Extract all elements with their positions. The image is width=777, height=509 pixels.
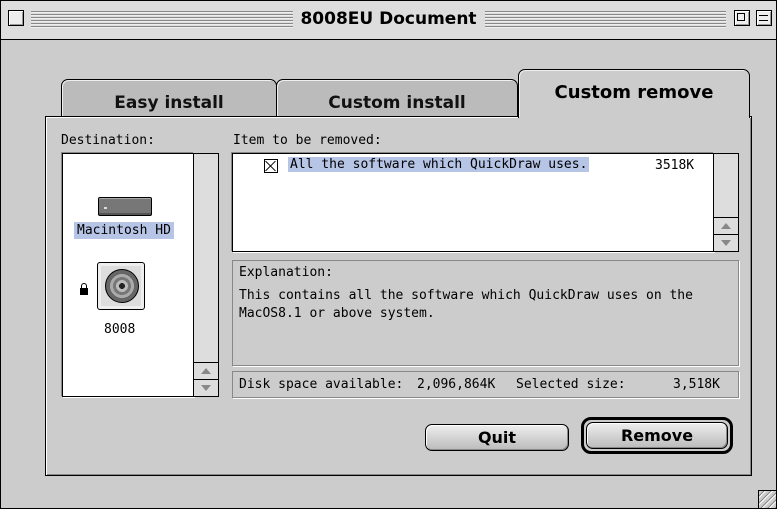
volume-macintosh-hd[interactable]: Macintosh HD bbox=[74, 222, 174, 239]
collapse-box[interactable] bbox=[756, 10, 772, 26]
cd-disc-graphic bbox=[105, 269, 139, 303]
disk-available-value: 2,096,864K bbox=[417, 377, 496, 392]
items-label: Item to be removed: bbox=[233, 133, 382, 148]
items-scrollbar[interactable] bbox=[713, 153, 739, 252]
remove-button[interactable]: Remove bbox=[586, 422, 728, 449]
item-size: 3518K bbox=[655, 158, 695, 173]
tab-custom-remove[interactable]: Custom remove bbox=[518, 69, 750, 120]
explanation-box: Explanation: This contains all the softw… bbox=[232, 260, 739, 366]
volume-8008[interactable]: 8008 bbox=[104, 322, 135, 337]
title-bar-stripes-right bbox=[471, 11, 726, 29]
title-bar-stripes-left bbox=[31, 11, 321, 29]
lock-icon bbox=[80, 283, 88, 295]
quit-button[interactable]: Quit bbox=[425, 424, 569, 451]
item-checkbox[interactable] bbox=[264, 159, 278, 173]
disk-available-label: Disk space available: bbox=[239, 377, 404, 392]
explanation-label: Explanation: bbox=[239, 265, 333, 280]
scroll-down-arrow-icon[interactable] bbox=[714, 234, 738, 251]
destination-label: Destination: bbox=[61, 133, 155, 148]
destination-scrollbar[interactable] bbox=[193, 153, 219, 397]
scroll-down-arrow-icon[interactable] bbox=[194, 379, 218, 396]
scroll-up-arrow-icon[interactable] bbox=[194, 362, 218, 379]
resize-grip-icon[interactable] bbox=[758, 490, 776, 508]
scroll-up-arrow-icon[interactable] bbox=[714, 217, 738, 234]
zoom-box[interactable] bbox=[734, 10, 750, 26]
cd-rom-icon[interactable] bbox=[97, 262, 145, 310]
item-name[interactable]: All the software which QuickDraw uses. bbox=[288, 157, 590, 172]
explanation-text: This contains all the software which Qui… bbox=[239, 288, 693, 321]
installer-window: 8008EU Document Easy install Custom inst… bbox=[0, 0, 777, 509]
title-bar[interactable]: 8008EU Document bbox=[1, 1, 776, 40]
disk-space-strip: Disk space available: 2,096,864K Selecte… bbox=[232, 371, 739, 398]
window-title: 8008EU Document bbox=[292, 7, 485, 31]
hard-disk-icon[interactable] bbox=[98, 197, 152, 216]
close-box[interactable] bbox=[8, 10, 24, 26]
selected-size-label: Selected size: bbox=[516, 377, 626, 392]
selected-size-value: 3,518K bbox=[673, 377, 720, 392]
